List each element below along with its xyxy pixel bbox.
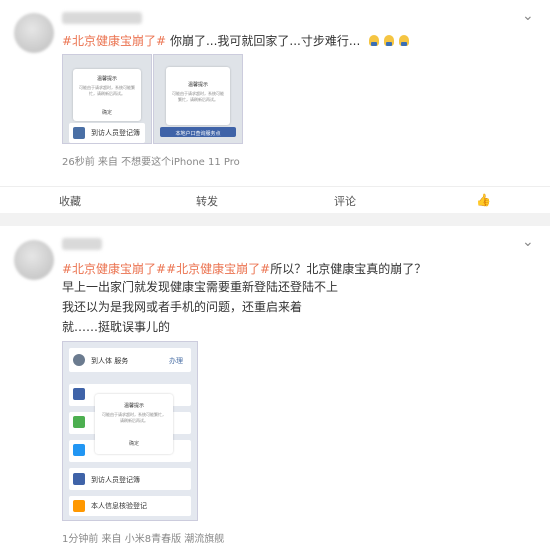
row-label: 到人体 服务 xyxy=(91,357,129,365)
doc-icon xyxy=(73,473,85,485)
dialog: 温馨提示 可能由于请求超时，系统可能繁忙，请刷新后再试。 确定 xyxy=(73,69,141,121)
blue-button: 本地户口查询服务点 xyxy=(160,127,236,137)
row-label: 到访人员登记簿 xyxy=(91,129,140,137)
emoji-icon xyxy=(369,35,380,46)
topic-tag[interactable]: #北京健康宝崩了# xyxy=(62,262,166,276)
app-icon xyxy=(73,388,85,400)
list-item: 到人体 服务 办理 xyxy=(69,348,191,372)
doc-icon xyxy=(73,500,85,512)
dialog-body: 可能由于请求超时，系统可能繁忙，请刷新后再试。 xyxy=(79,85,135,96)
app-icon xyxy=(73,416,85,428)
post-image-1[interactable]: 温馨提示 可能由于请求超时，系统可能繁忙，请刷新后再试。 确定 到访人员登记簿 xyxy=(62,54,152,144)
collect-button[interactable]: 收藏 xyxy=(59,193,81,209)
post-text-line-3: 我还以为是我网或者手机的问题，还重启来着 xyxy=(62,300,303,314)
dialog: 温馨提示 可能由于请求超时，系统可能繁忙，请刷新后再试。 xyxy=(166,67,230,125)
repost-button[interactable]: 转发 xyxy=(196,193,218,209)
post-text-line-1: #北京健康宝崩了##北京健康宝崩了#所以？北京健康宝真的崩了？ xyxy=(62,259,426,279)
username-blurred[interactable] xyxy=(62,12,142,24)
dialog-body: 可能由于请求超时，系统可能繁忙，请刷新后再试。 xyxy=(102,412,166,423)
comment-button[interactable]: 评论 xyxy=(334,193,356,209)
avatar[interactable] xyxy=(14,13,54,53)
chevron-down-icon[interactable]: ⌄ xyxy=(522,234,534,250)
post-body: 所以？北京健康宝真的崩了？ xyxy=(270,262,427,276)
post-text-line-4: 就……挺耽误事儿的 xyxy=(62,320,171,334)
action-bar: 收藏 转发 评论 👍 xyxy=(0,186,550,213)
post-image[interactable]: 到人体 服务 办理 温馨提示 可能由于请求超时，系统可能繁忙，请刷新后再试。 确… xyxy=(62,341,198,521)
weibo-post-1: ⌄ #北京健康宝崩了# 你崩了...我可就回家了...寸步难行... 温馨提示 … xyxy=(0,0,550,186)
doc-icon xyxy=(73,127,85,139)
dialog-title: 温馨提示 xyxy=(123,403,144,409)
list-item: 本人信息核验登记 xyxy=(69,496,191,516)
avatar-icon xyxy=(73,354,85,366)
post-body: 你崩了...我可就回家了...寸步难行... xyxy=(166,34,361,48)
like-icon[interactable]: 👍 xyxy=(476,193,491,207)
row-label: 到访人员登记簿 xyxy=(91,476,140,484)
row-label: 本人信息核验登记 xyxy=(91,502,147,510)
weibo-post-2: ⌄ #北京健康宝崩了##北京健康宝崩了#所以？北京健康宝真的崩了？ 早上一出家门… xyxy=(0,226,550,550)
post-image-2[interactable]: 温馨提示 可能由于请求超时，系统可能繁忙，请刷新后再试。 本地户口查询服务点 xyxy=(153,54,243,144)
button-label: 本地户口查询服务点 xyxy=(175,131,221,137)
dialog-confirm: 确定 xyxy=(101,110,112,116)
app-icon xyxy=(73,444,85,456)
topic-tag[interactable]: #北京健康宝崩了# xyxy=(62,34,166,48)
avatar[interactable] xyxy=(14,240,54,280)
emoji-icon xyxy=(399,35,410,46)
dialog-confirm: 确定 xyxy=(128,441,139,447)
post-meta: 1分钟前 来自 小米8青春版 潮流旗舰 xyxy=(62,534,225,545)
dialog-title: 温馨提示 xyxy=(187,82,208,88)
dialog-body: 可能由于请求超时，系统可能繁忙，请刷新后再试。 xyxy=(172,91,224,102)
dialog: 温馨提示 可能由于请求超时，系统可能繁忙，请刷新后再试。 确定 xyxy=(95,394,173,454)
list-item: 到访人员登记簿 xyxy=(69,123,145,143)
dialog-title: 温馨提示 xyxy=(96,76,117,82)
topic-tag[interactable]: #北京健康宝崩了# xyxy=(166,262,270,276)
row-action: 办理 xyxy=(169,357,183,365)
post-text: #北京健康宝崩了# 你崩了...我可就回家了...寸步难行... xyxy=(62,31,410,51)
post-meta: 26秒前 来自 不想要这个iPhone 11 Pro xyxy=(62,157,240,168)
username-blurred[interactable] xyxy=(62,238,102,250)
post-text-line-2: 早上一出家门就发现健康宝需要重新登陆还登陆不上 xyxy=(62,280,339,294)
emoji-icon xyxy=(384,35,395,46)
list-item: 到访人员登记簿 xyxy=(69,468,191,490)
chevron-down-icon[interactable]: ⌄ xyxy=(522,8,534,24)
